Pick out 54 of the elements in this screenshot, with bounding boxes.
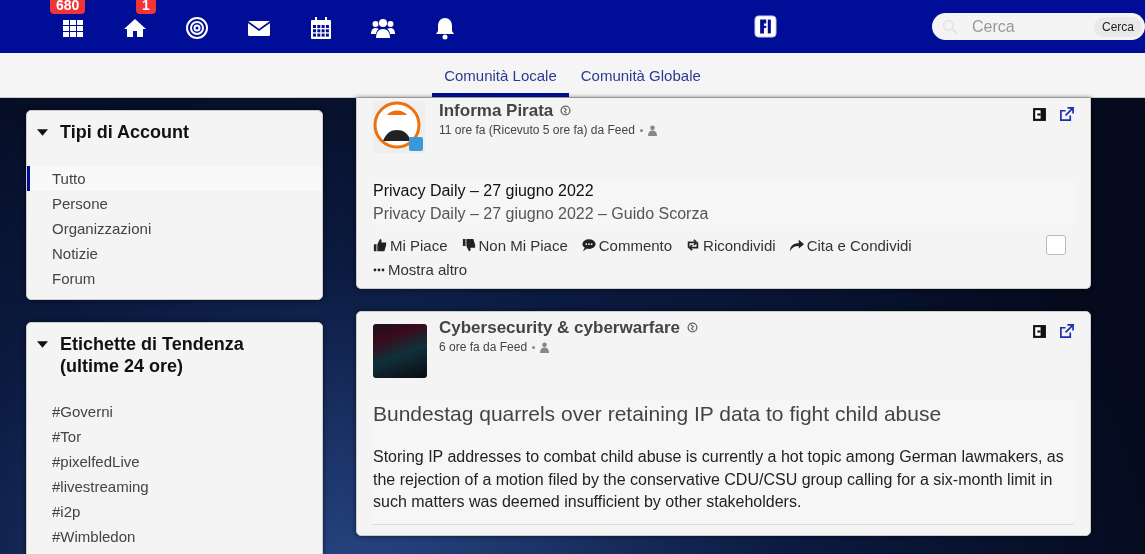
post-text: Storing IP addresses to combat child abuse is currently a hot topic among German lawmakers, as the rejection of a motion filed by the conservative CDU/CSU group calling for a six-month limit in such matters was deemed insufficient by other stakeholders.: [373, 446, 1074, 525]
share-arrow-icon: [789, 238, 804, 252]
post-text: Privacy Daily – 27 giugno 2022 – Guido Scorza: [373, 204, 710, 224]
target-icon[interactable]: [185, 15, 209, 40]
checkbox[interactable]: [1046, 235, 1066, 255]
reader-icon[interactable]: [1032, 107, 1047, 122]
external-link-icon[interactable]: [1059, 324, 1074, 339]
user-icon: [647, 124, 657, 136]
action-button[interactable]: Cita e Condividi: [789, 236, 912, 254]
sidebar-title: Etichette di Tendenza (ultime 24 ore): [60, 333, 245, 377]
action-button[interactable]: Non Mi Piace: [461, 236, 568, 254]
count-badge: 680: [50, 0, 86, 14]
count-badge: 1: [136, 0, 156, 14]
hashtag-link[interactable]: #pixelfedLive: [27, 449, 322, 474]
filter-item[interactable]: Persone: [27, 191, 322, 216]
hashtag-link[interactable]: #livestreaming: [27, 474, 322, 499]
user-icon: [540, 341, 550, 353]
avatar-drawing[interactable]: [373, 101, 427, 155]
filter-item[interactable]: Forum: [27, 266, 322, 291]
thumbs-up-icon: [373, 238, 387, 252]
speech-bubble-icon: [581, 238, 596, 252]
action-button[interactable]: Ricondividi: [686, 236, 776, 254]
filter-item[interactable]: Notizie: [27, 241, 322, 266]
caret-icon[interactable]: [37, 129, 48, 136]
tab[interactable]: Comunità Globale: [568, 53, 713, 97]
filter-item[interactable]: Tutto: [27, 166, 322, 191]
author-name[interactable]: Cybersecurity & cyberwarfare: [439, 318, 680, 337]
hashtag-link[interactable]: #Governi: [27, 399, 322, 424]
show-more-button[interactable]: Mostra altro: [373, 261, 468, 278]
hashtag-link[interactable]: #Wimbledon: [27, 524, 322, 549]
ellipsis-icon: [373, 267, 385, 272]
post-title[interactable]: Bundestag quarrels over retaining IP data to fight child abuse: [373, 400, 1074, 428]
reader-icon[interactable]: [1032, 324, 1047, 339]
search-field[interactable]: Cerca Cerca: [932, 13, 1145, 40]
post-meta: 11 ore fa (Ricevuto 5 ore fa) da Feed: [439, 123, 635, 137]
sidebar-title: Tipi di Account: [60, 121, 189, 143]
action-button[interactable]: Mi Piace: [373, 236, 448, 254]
post-meta: 6 ore fa da Feed: [439, 340, 528, 354]
post-title[interactable]: Privacy Daily – 27 giugno 2022: [373, 179, 1074, 202]
retweet-icon: [686, 238, 701, 252]
caret-icon[interactable]: [37, 341, 48, 348]
author-name[interactable]: Informa Pirata: [439, 101, 554, 120]
bell-icon[interactable]: [433, 15, 457, 40]
action-button[interactable]: Commento: [581, 236, 673, 254]
hashtag-link[interactable]: #Tor: [27, 424, 322, 449]
external-link-icon[interactable]: [1059, 107, 1074, 122]
separator-dot: [639, 128, 643, 132]
thumbs-down-icon: [461, 238, 476, 252]
hashtag-link[interactable]: #i2p: [27, 499, 322, 524]
filter-item[interactable]: Organizzazioni: [27, 216, 322, 241]
calendar-icon[interactable]: [309, 15, 333, 40]
search-button[interactable]: Cerca: [1094, 16, 1142, 37]
separator-dot: [532, 345, 536, 349]
logo-icon[interactable]: [754, 12, 777, 41]
